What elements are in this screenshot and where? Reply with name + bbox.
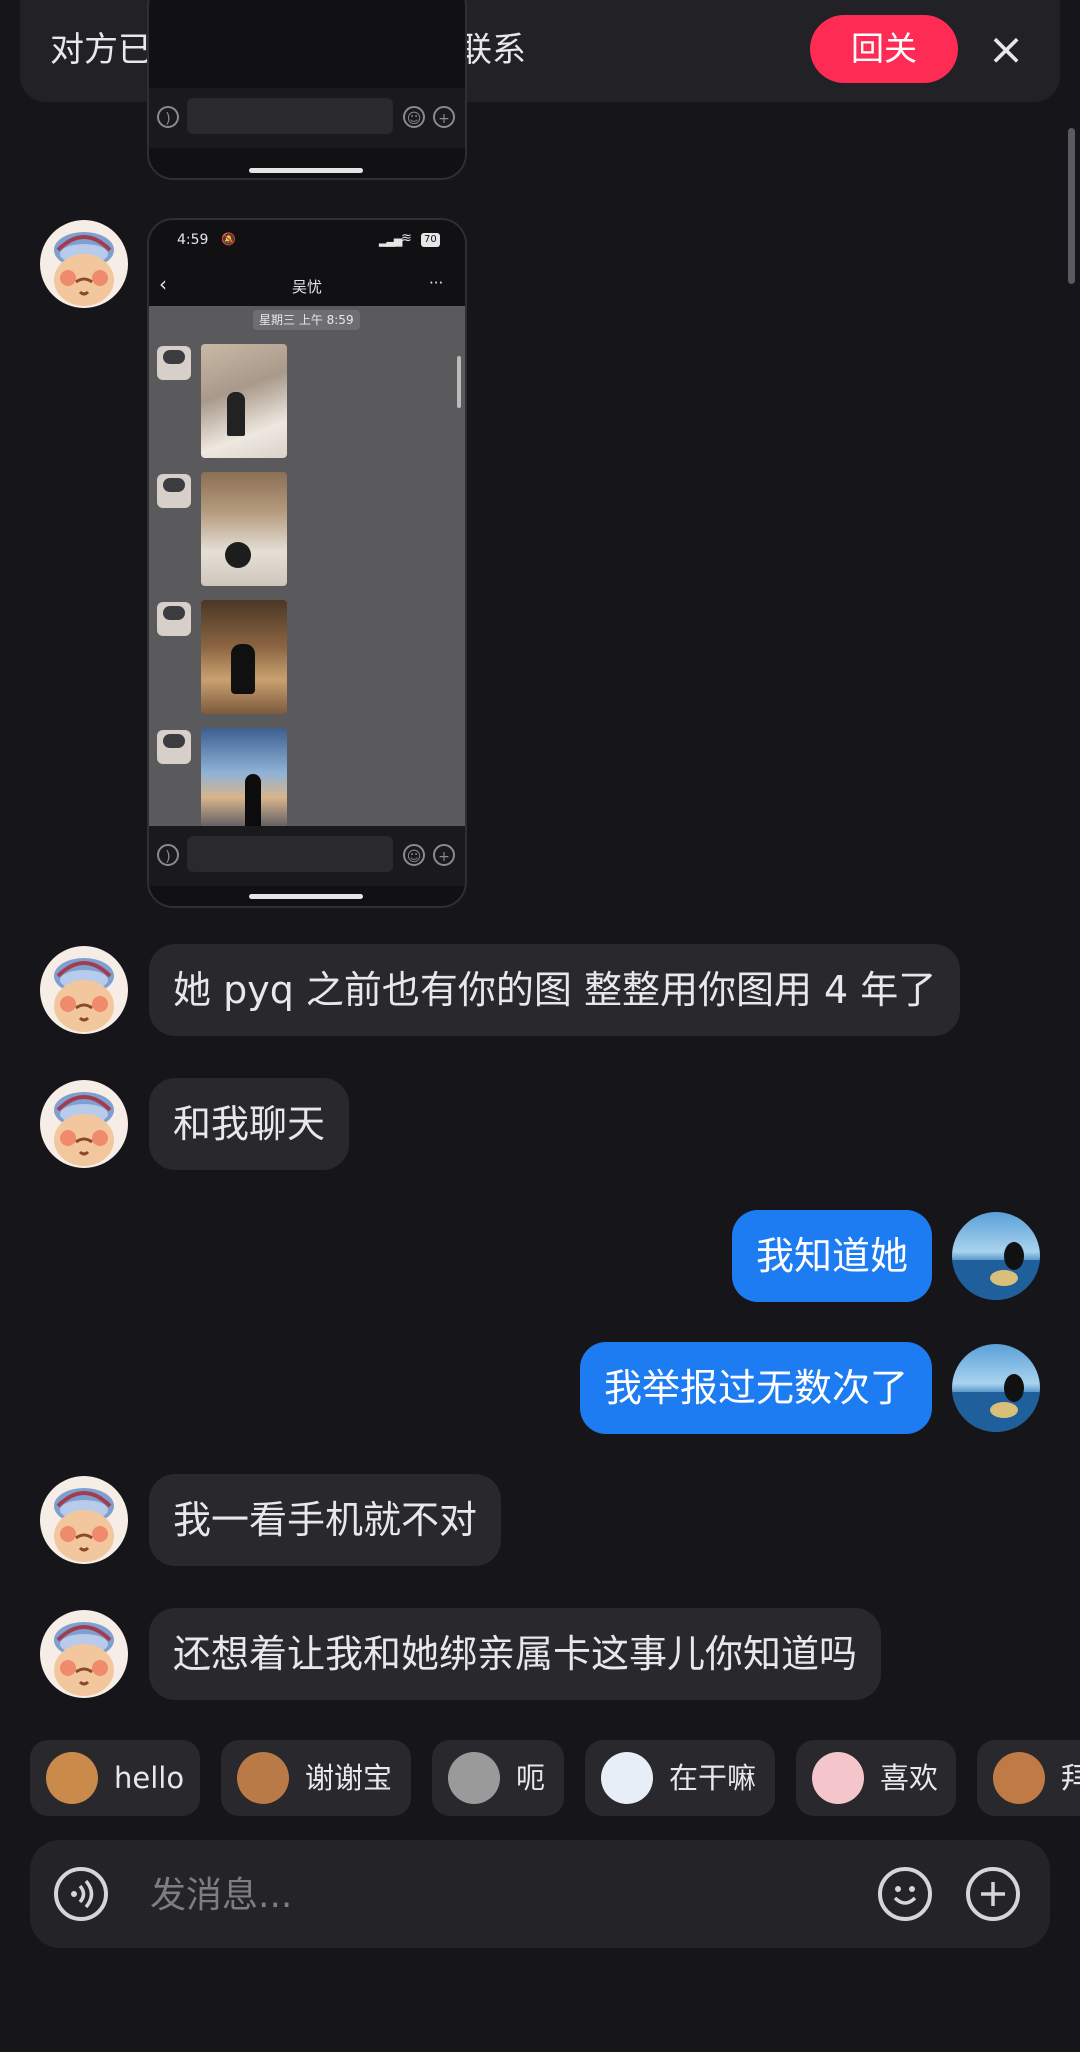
message-composer [30,1840,1050,1948]
emoji-icon: ☺ [403,844,425,866]
screenshot-chat-body: 星期三 上午 8:59 [149,306,465,840]
voice-icon: ) [157,844,179,866]
avatar[interactable] [40,1080,128,1168]
close-icon[interactable]: × [984,24,1028,76]
quick-sticker-like[interactable]: 喜欢 [796,1740,956,1816]
screenshot-status-bar: 4:59 🔕 ▂▃▅ ≋ 70 [149,220,465,264]
avatar[interactable] [40,946,128,1034]
message-bubble-self[interactable]: 我知道她 [731,1210,932,1302]
avatar[interactable] [40,220,128,308]
pig-icon [812,1752,864,1804]
bubble-face-icon [601,1752,653,1804]
more-icon: ··· [429,274,444,292]
monkey-avatar-icon [54,232,114,306]
quick-sticker-bye[interactable]: 拜 [977,1740,1080,1816]
quick-sticker-hello[interactable]: hello [30,1740,200,1816]
monkey-avatar-icon [54,1622,114,1696]
monkey-wave-icon [46,1752,98,1804]
mute-bell-icon: 🔕 [221,232,236,246]
quick-sticker-thanks[interactable]: 谢谢宝 [221,1740,411,1816]
screenshot-message[interactable]: 4:59 🔕 ▂▃▅ ≋ 70 ‹ 吴忧 ··· 星期三 上午 8:59 ) ☺… [147,218,467,908]
monkey-avatar-icon [54,1092,114,1166]
screenshot-input-box [187,98,393,134]
voice-icon[interactable] [54,1867,108,1921]
plus-icon[interactable] [966,1867,1020,1921]
ocean-avatar-icon [952,1374,1040,1432]
battery-icon: 70 [421,233,440,247]
message-bubble[interactable]: 我一看手机就不对 [149,1474,502,1566]
screenshot-message-partial[interactable]: ) ☺ + [147,0,467,180]
quick-sticker-what-doing[interactable]: 在干嘛 [585,1740,775,1816]
screenshot-photo [201,728,287,840]
screenshot-timestamp: 星期三 上午 8:59 [253,310,360,330]
screenshot-avatar [157,474,191,508]
avatar[interactable] [40,1610,128,1698]
cat-icon [448,1752,500,1804]
quick-sticker-uh[interactable]: 呃 [432,1740,564,1816]
signal-icon: ▂▃▅ [379,234,402,247]
message-bubble[interactable]: 她 pyq 之前也有你的图 整整用你图用 4 年了 [149,944,961,1036]
message-input[interactable] [148,1862,882,1928]
message-bubble[interactable]: 还想着让我和她绑亲属卡这事儿你知道吗 [149,1608,882,1700]
screenshot-time: 4:59 [177,232,209,248]
voice-icon: ) [157,106,179,128]
emoji-icon: ☺ [403,106,425,128]
screenshot-nav-bar: ‹ 吴忧 ··· [149,264,465,306]
monkey-avatar-icon [54,958,114,1032]
scrollbar[interactable] [1068,128,1075,284]
message-bubble-self[interactable]: 我举报过无数次了 [579,1342,932,1434]
self-avatar[interactable] [952,1344,1040,1432]
emoji-icon[interactable] [878,1867,932,1921]
plus-icon: + [433,844,455,866]
self-avatar[interactable] [952,1212,1040,1300]
monkey-cover-icon [993,1752,1045,1804]
ocean-avatar-icon [952,1242,1040,1300]
screenshot-avatar [157,346,191,380]
home-indicator [249,894,363,899]
screenshot-avatar [157,602,191,636]
follow-back-button[interactable]: 回关 [810,15,958,83]
monkey-flower-icon [237,1752,289,1804]
home-indicator [249,168,363,173]
screenshot-avatar [157,730,191,764]
screenshot-photo [201,600,287,714]
plus-icon: + [433,106,455,128]
screenshot-input-box [187,836,393,872]
wifi-icon: ≋ [401,231,412,246]
screenshot-photo [201,472,287,586]
monkey-avatar-icon [54,1488,114,1562]
avatar[interactable] [40,1476,128,1564]
screenshot-chat-title: 吴忧 [291,278,322,296]
screenshot-photo [201,344,287,458]
screenshot-input-toolbar: ) ☺ + [149,88,465,148]
screenshot-scrollbar [457,356,461,408]
message-bubble[interactable]: 和我聊天 [149,1078,350,1170]
screenshot-input-toolbar: ) ☺ + [149,826,465,886]
